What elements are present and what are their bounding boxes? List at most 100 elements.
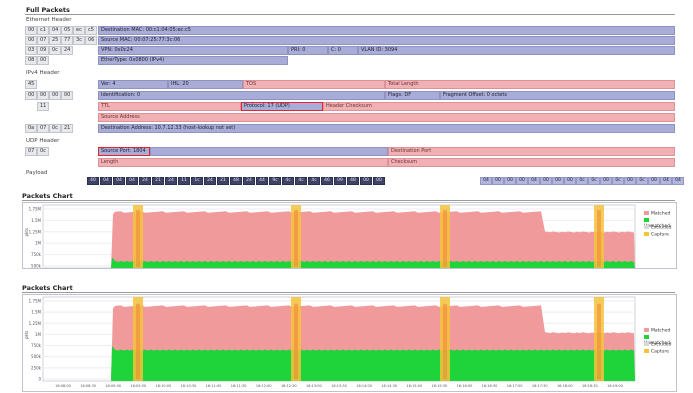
payload-byte[interactable]: 00 (373, 177, 385, 185)
header-checksum-field[interactable]: Header Checksum (323, 102, 675, 111)
c-field[interactable]: C: 0 (328, 46, 358, 55)
destination-address-field[interactable]: Destination Address: 10.7.12.33 (host-lo… (98, 124, 675, 133)
byte-cell[interactable]: 00 (25, 36, 37, 45)
udp-row-1[interactable]: 07 0c Source Port: 1804 Destination Port (25, 147, 675, 156)
byte-cell[interactable]: ec (73, 26, 85, 35)
payload-byte[interactable]: 21 (217, 177, 229, 185)
byte-cell[interactable]: 00 (49, 91, 61, 100)
payload-byte[interactable]: 48 (230, 177, 242, 185)
payload-byte[interactable]: 04 (480, 177, 492, 185)
payload-byte[interactable]: 00 (492, 177, 504, 185)
byte-cell[interactable]: 00 (37, 91, 49, 100)
byte-cell[interactable]: c5 (85, 26, 97, 35)
payload-byte[interactable]: 4c (308, 177, 320, 185)
payload-byte[interactable]: 00 (360, 177, 372, 185)
source-port-field[interactable]: Source Port: 1804 (98, 147, 150, 156)
ethernet-row-src-mac[interactable]: 00 07 25 77 3c 06 Source MAC: 00:07:25:7… (25, 36, 675, 45)
packets-chart-2-plot[interactable]: 1.75M 1.5M 1.25M 1M 750k 500k 250k 0 pkts 16:08:0… (23, 295, 676, 391)
payload-byte[interactable]: 9c (269, 177, 281, 185)
byte-cell[interactable]: 3c (73, 36, 85, 45)
byte-cell[interactable]: 05 (61, 26, 73, 35)
byte-cell[interactable]: 07 (37, 124, 49, 133)
vpn-field[interactable]: VPN: 0x0c24 (98, 46, 288, 55)
payload-byte[interactable]: 04 (113, 177, 125, 185)
payload-byte[interactable]: 04 (660, 177, 672, 185)
byte-cell[interactable]: 21 (61, 124, 73, 133)
ipv4-row-3[interactable]: 11 TTL Protocol: 17 (UDP) Header Checksu… (25, 102, 675, 111)
payload-byte[interactable]: 00 (504, 177, 516, 185)
payload-bytes[interactable]: 40 04 04 04 24 21 24 11 1c 24 21 48 24 44 9c 4c 4c 4c 46 09… (25, 177, 684, 185)
byte-cell[interactable]: 0c (49, 124, 61, 133)
byte-cell[interactable]: 11 (37, 102, 49, 111)
payload-byte[interactable]: 00 (564, 177, 576, 185)
src-mac-field[interactable]: Source MAC: 00:07:25:77:3c:06 (98, 36, 675, 45)
payload-byte[interactable]: 21 (152, 177, 164, 185)
byte-cell[interactable]: 00 (25, 91, 37, 100)
byte-cell[interactable]: 06 (85, 36, 97, 45)
ethernet-row-ethertype[interactable]: 08 00 EtherType: 0x0800 (IPv4) (25, 56, 675, 65)
vlan-id-field[interactable]: VLAN ID: 3094 (358, 46, 675, 55)
payload-byte[interactable]: 46 (321, 177, 333, 185)
byte-cell[interactable]: 0c (49, 46, 61, 55)
fragment-offset-field[interactable]: Fragment Offset: 0 octets (440, 91, 675, 100)
ethertype-field[interactable]: EtherType: 0x0800 (IPv4) (98, 56, 288, 65)
payload-byte[interactable]: 40 (87, 177, 99, 185)
payload-byte[interactable]: 0c (588, 177, 600, 185)
byte-cell[interactable]: 07 (25, 147, 37, 156)
payload-byte[interactable]: 0c (576, 177, 588, 185)
pri-field[interactable]: PRI: 0 (288, 46, 328, 55)
ipv4-row-5[interactable]: 0a 07 0c 21 Destination Address: 10.7.12… (25, 124, 675, 133)
payload-byte[interactable]: 1c (191, 177, 203, 185)
source-address-field[interactable]: Source Address (98, 113, 675, 122)
tos-field[interactable]: TOS (243, 80, 385, 89)
byte-cell[interactable]: 0a (25, 124, 37, 133)
flags-field[interactable]: Flags: DF (385, 91, 440, 100)
payload-byte[interactable]: 00 (600, 177, 612, 185)
packets-chart-1-plot[interactable]: 1.75M 1.5M 1.25M 1M 750k 500k pkts (23, 203, 676, 269)
checksum-field[interactable]: Checksum (388, 158, 675, 167)
length-field[interactable]: Length (98, 158, 388, 167)
ttl-field[interactable]: TTL (98, 102, 241, 111)
ihl-field[interactable]: IHL: 20 (168, 80, 243, 89)
byte-cell[interactable]: 08 (25, 56, 37, 65)
payload-byte[interactable]: 00 (540, 177, 552, 185)
ipv4-row-4[interactable]: Source Address (25, 113, 675, 122)
ipv4-row-1[interactable]: 45 Ver: 4 IHL: 20 TOS Total Length (25, 80, 675, 89)
identification-field[interactable]: Identification: 0 (98, 91, 385, 100)
payload-byte[interactable]: 00 (648, 177, 660, 185)
payload-byte[interactable]: 09 (334, 177, 346, 185)
udp-row-2[interactable]: Length Checksum (25, 158, 675, 167)
version-field[interactable]: Ver: 4 (98, 80, 168, 89)
payload-byte[interactable]: 0c (612, 177, 624, 185)
payload-byte[interactable]: 0c (636, 177, 648, 185)
payload-byte[interactable]: 24 (139, 177, 151, 185)
byte-cell[interactable]: 03 (25, 46, 37, 55)
payload-byte[interactable]: 00 (552, 177, 564, 185)
payload-byte[interactable]: 00 (516, 177, 528, 185)
byte-cell[interactable]: 0c (37, 147, 49, 156)
payload-byte[interactable]: 04 (528, 177, 540, 185)
payload-byte[interactable]: 04 (100, 177, 112, 185)
payload-byte[interactable]: 44 (256, 177, 268, 185)
packets-chart-2[interactable]: 1.75M 1.5M 1.25M 1M 750k 500k 250k 0 pkts 16:08:0… (22, 294, 677, 392)
ethernet-row-dest-mac[interactable]: 00 c1 04 05 ec c5 Destination MAC: 00:c1… (25, 26, 675, 35)
payload-byte[interactable]: 11 (178, 177, 190, 185)
payload-byte[interactable]: 24 (243, 177, 255, 185)
ethernet-row-vlan[interactable]: 03 09 0c 24 VPN: 0x0c24 PRI: 0 C: 0 VLAN… (25, 46, 675, 55)
byte-cell[interactable]: 00 (37, 56, 49, 65)
byte-cell[interactable]: 04 (49, 26, 61, 35)
payload-byte[interactable]: 24 (165, 177, 177, 185)
byte-cell[interactable]: 45 (25, 80, 37, 89)
payload-byte[interactable]: 04 (126, 177, 138, 185)
byte-cell[interactable]: 07 (37, 36, 49, 45)
total-length-field[interactable]: Total Length (385, 80, 675, 89)
payload-byte[interactable]: 00 (624, 177, 636, 185)
byte-cell[interactable]: 00 (25, 26, 37, 35)
byte-cell[interactable]: 09 (37, 46, 49, 55)
payload-byte[interactable]: 4c (295, 177, 307, 185)
dest-mac-field[interactable]: Destination MAC: 00:c1:04:05:ec:c5 (98, 26, 675, 35)
byte-cell[interactable]: c1 (37, 26, 49, 35)
byte-cell[interactable]: 00 (61, 91, 73, 100)
byte-cell[interactable]: 25 (49, 36, 61, 45)
payload-byte[interactable]: 4c (282, 177, 294, 185)
